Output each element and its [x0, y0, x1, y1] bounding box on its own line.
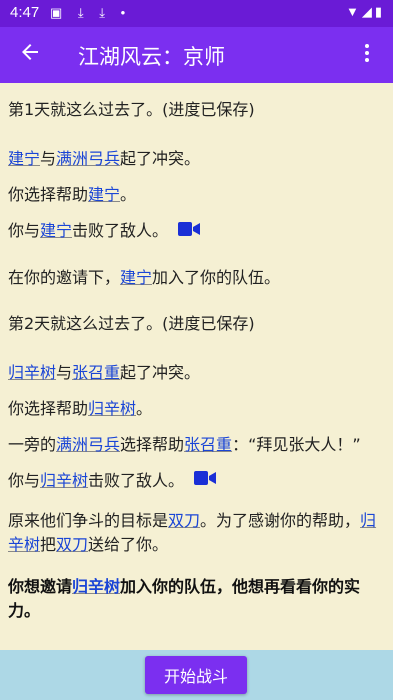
status-time: 4:47	[10, 4, 40, 21]
status-bar: 4:47 ▣ ⤓ ⤓ • ▼◢▮	[0, 0, 393, 27]
story-line: 你选择帮助归辛树。	[8, 398, 153, 418]
character-link[interactable]: 张召重	[184, 435, 232, 454]
character-link[interactable]: 建宁	[120, 268, 152, 287]
story-line: 归辛树与张召重起了冲突。	[8, 362, 201, 382]
character-link[interactable]: 归辛树	[8, 363, 56, 382]
video-camera-icon[interactable]	[178, 220, 201, 244]
item-link[interactable]: 双刀	[168, 511, 200, 530]
story-line: 一旁的满洲弓兵选择帮助张召重：“拜见张大人！”	[8, 434, 361, 454]
app-bar: 江湖风云：京师	[0, 27, 393, 83]
character-link[interactable]: 建宁	[8, 149, 40, 168]
notification-icons: ▣ ⤓ ⤓ •	[50, 5, 132, 20]
story-line: 第2天就这么过去了。(进度已保存)	[8, 313, 255, 333]
back-arrow-icon[interactable]	[18, 40, 42, 70]
story-line: 第1天就这么过去了。(进度已保存)	[8, 100, 255, 119]
page-title: 江湖风云：京师	[78, 45, 225, 69]
character-link[interactable]: 归辛树	[40, 471, 88, 490]
story-line: 建宁与满洲弓兵起了冲突。	[8, 149, 201, 168]
story-line: 在你的邀请下，建宁加入了你的队伍。	[8, 267, 281, 287]
video-camera-icon[interactable]	[194, 469, 217, 493]
story-line: 你选择帮助建宁。	[8, 185, 137, 204]
story-line: 你与建宁击败了敌人。	[8, 219, 385, 244]
start-fight-button[interactable]: 开始战斗	[145, 656, 247, 694]
story-line: 原来他们争斗的目标是双刀。为了感谢你的帮助，归辛树把双刀送给了你。	[8, 511, 377, 554]
character-link[interactable]: 建宁	[88, 185, 120, 204]
item-link[interactable]: 双刀	[56, 535, 88, 554]
character-link[interactable]: 建宁	[40, 221, 72, 240]
story-log: 第1天就这么过去了。(进度已保存) 建宁与满洲弓兵起了冲突。 你选择帮助建宁。 …	[0, 83, 393, 650]
character-link[interactable]: 张召重	[72, 363, 120, 382]
character-link[interactable]: 满洲弓兵	[56, 149, 120, 168]
character-link[interactable]: 归辛树	[72, 577, 120, 596]
action-bar: 开始战斗	[0, 650, 393, 700]
story-line: 你与归辛树击败了敌人。	[8, 469, 385, 494]
character-link[interactable]: 满洲弓兵	[56, 435, 120, 454]
story-line-highlight: 你想邀请归辛树加入你的队伍，他想再看看你的实力。	[8, 577, 361, 620]
more-vert-icon[interactable]	[355, 41, 379, 72]
character-link[interactable]: 归辛树	[88, 399, 136, 418]
signal-battery-icons: ▼◢▮	[345, 4, 385, 19]
